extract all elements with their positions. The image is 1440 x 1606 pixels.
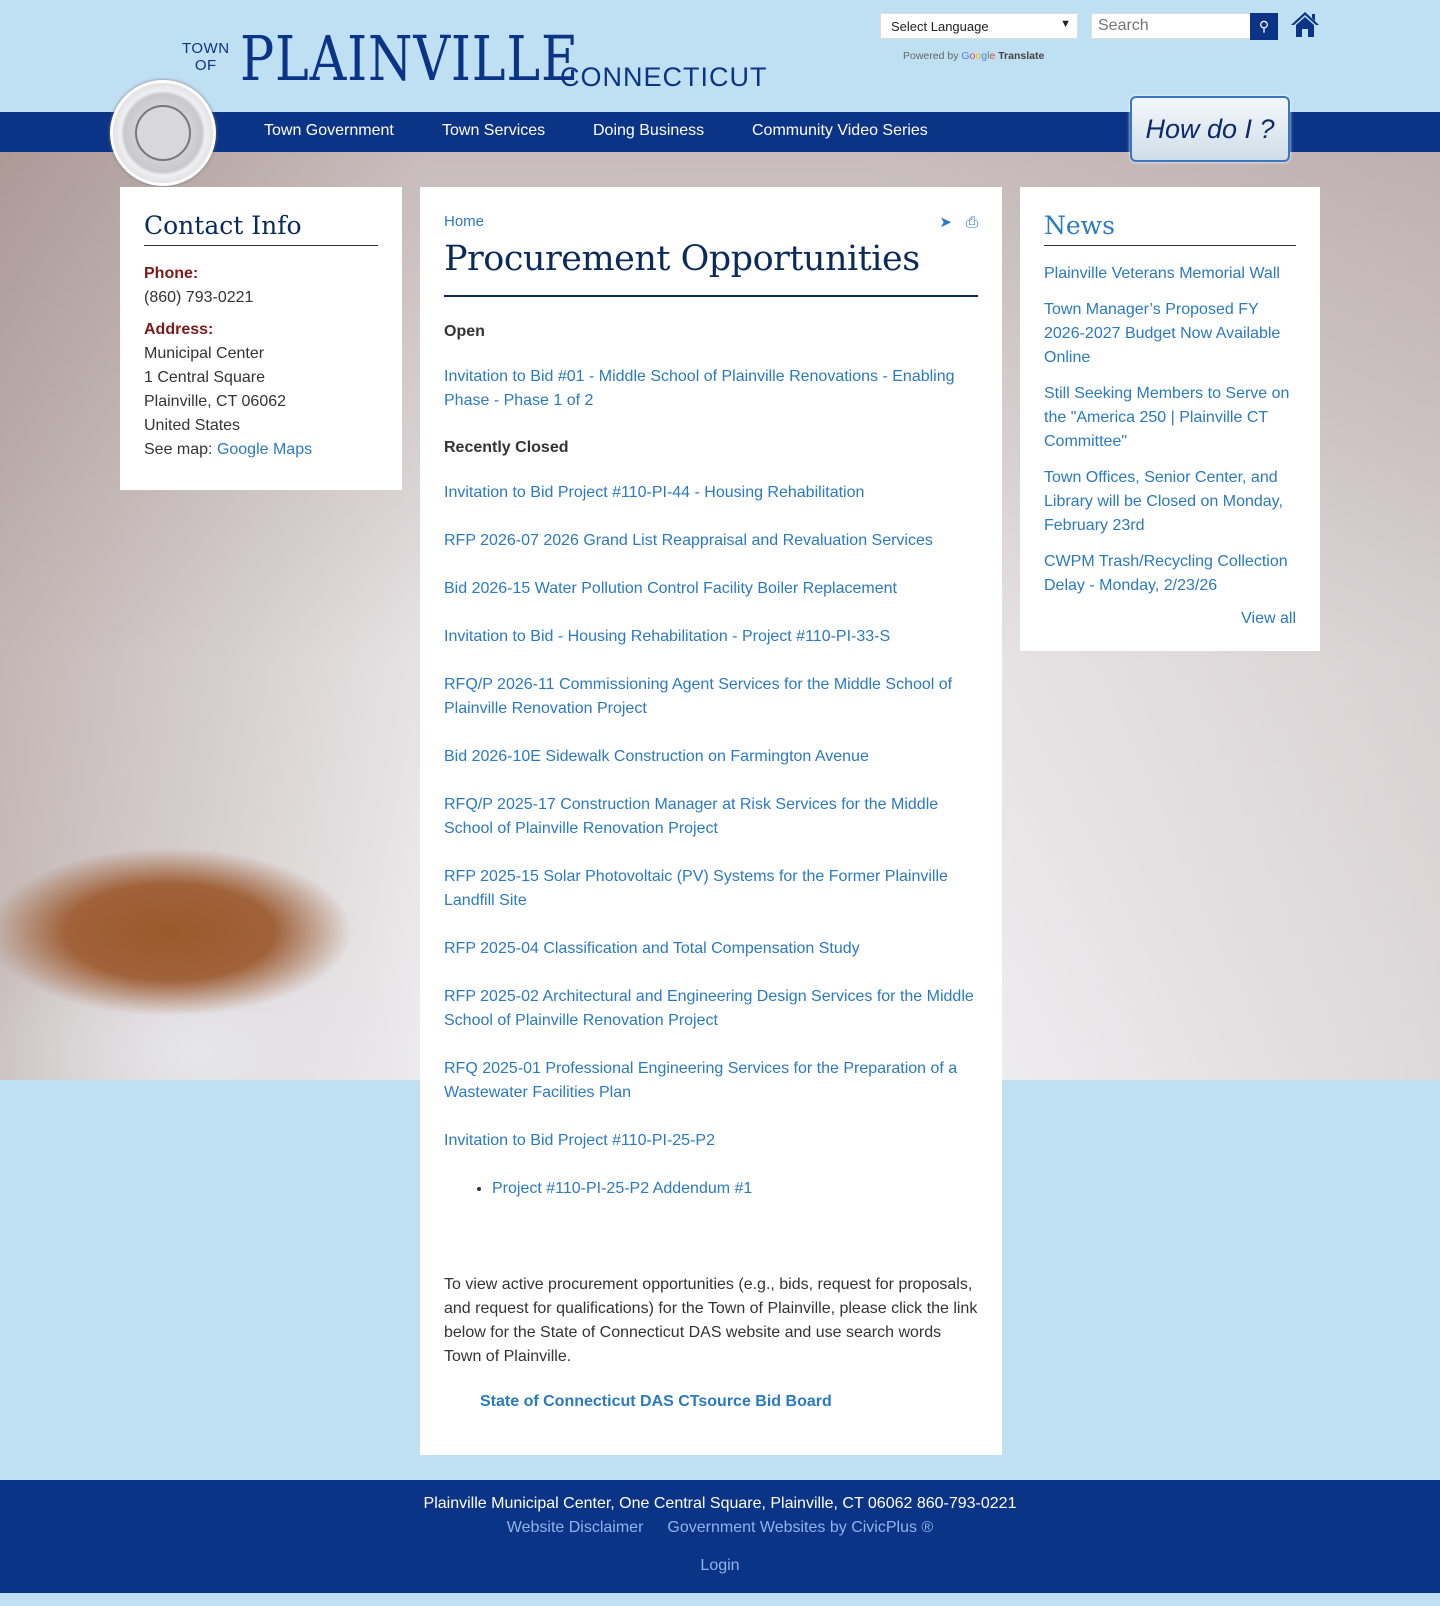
powered-by-google-translate[interactable]: Powered by Google Translate [903,50,1044,62]
logo-name: PLAINVILLE [240,22,579,95]
procurement-link[interactable]: Bid 2026-15 Water Pollution Control Faci… [444,577,978,601]
procurement-link[interactable]: Invitation to Bid Project #110-PI-25-P2 [444,1129,978,1153]
list-item: Project #110-PI-25-P2 Addendum #1 [492,1177,978,1201]
phone-value: (860) 793-0221 [144,289,254,306]
search-button[interactable]: ⚲ [1250,13,1278,40]
website-disclaimer-link[interactable]: Website Disclaimer [507,1519,644,1536]
procurement-link[interactable]: RFQ/P 2026-11 Commissioning Agent Servic… [444,673,978,721]
chevron-down-icon: ▼ [1060,18,1071,30]
language-select[interactable]: Select Language ▼ [880,13,1078,39]
logo-town: TOWN [182,40,230,57]
search-input[interactable] [1091,13,1251,39]
logo-of: OF [194,57,217,74]
procurement-link[interactable]: RFQ/P 2025-17 Construction Manager at Ri… [444,793,978,841]
nav-town-government[interactable]: Town Government [264,122,394,140]
translate-label: Translate [998,50,1045,62]
logo-town-of: TOWN OF [182,40,230,74]
how-do-i-button[interactable]: How do I ? [1130,96,1290,162]
town-seal-icon[interactable] [110,80,216,186]
logo-state: CONNECTICUT [560,62,768,92]
procurement-link[interactable]: RFQ 2025-01 Professional Engineering Ser… [444,1057,978,1105]
civicplus-link[interactable]: Government Websites by CivicPlus ® [667,1519,933,1536]
phone-label: Phone: [144,265,199,282]
contact-info-title: Contact Info [144,211,378,246]
procurement-link[interactable]: Invitation to Bid - Housing Rehabilitati… [444,625,978,649]
news-item-link[interactable]: Plainville Veterans Memorial Wall [1044,262,1296,286]
address-label: Address: [144,321,214,338]
procurement-link[interactable]: RFP 2025-02 Architectural and Engineerin… [444,985,978,1033]
home-icon[interactable] [1290,10,1320,38]
recently-closed-heading: Recently Closed [444,439,569,456]
news-item-link[interactable]: CWPM Trash/Recycling Collection Delay - … [1044,550,1296,598]
procurement-link[interactable]: RFP 2025-15 Solar Photovoltaic (PV) Syst… [444,865,978,913]
address-line: Municipal Center [144,345,265,362]
google-logo: Google [961,50,996,62]
print-icon[interactable]: ⎙ [966,214,978,231]
address-line: United States [144,417,241,434]
language-select-value: Select Language [891,19,989,34]
page-title: Procurement Opportunities [444,239,978,297]
footer-address: Plainville Municipal Center, One Central… [423,1495,1017,1512]
procurement-link[interactable]: Bid 2026-10E Sidewalk Construction on Fa… [444,745,978,769]
breadcrumb-home[interactable]: Home [444,213,484,230]
news-item-link[interactable]: Town Offices, Senior Center, and Library… [1044,466,1296,538]
site-footer: Plainville Municipal Center, One Central… [0,1480,1440,1593]
news-title: News [1044,211,1296,246]
address-line: Plainville, CT 06062 [144,393,287,410]
open-heading: Open [444,323,485,340]
see-map-label: See map: [144,441,213,458]
share-icon[interactable]: ➤ [939,214,952,231]
nav-doing-business[interactable]: Doing Business [593,122,704,140]
contact-info-panel: Contact Info Phone: (860) 793-0221 Addre… [120,187,402,490]
procurement-link[interactable]: RFP 2025-04 Classification and Total Com… [444,937,978,961]
das-bid-board-link[interactable]: State of Connecticut DAS CTsource Bid Bo… [480,1393,978,1411]
main-content: Home ➤ ⎙ Procurement Opportunities Open I… [420,187,1002,1455]
news-panel: News Plainville Veterans Memorial Wall To… [1020,187,1320,651]
procurement-link[interactable]: Invitation to Bid #01 - Middle School of… [444,365,978,413]
procurement-link[interactable]: RFP 2026-07 2026 Grand List Reappraisal … [444,529,978,553]
info-paragraph: To view active procurement opportunities… [444,1276,978,1365]
addendum-link[interactable]: Project #110-PI-25-P2 Addendum #1 [492,1180,752,1197]
view-all-link[interactable]: View all [1044,610,1296,628]
closed-list: Invitation to Bid Project #110-PI-44 - H… [444,481,978,1153]
address-line: 1 Central Square [144,369,265,386]
login-link[interactable]: Login [0,1557,1440,1575]
google-maps-link[interactable]: Google Maps [217,441,312,458]
procurement-link[interactable]: Invitation to Bid Project #110-PI-44 - H… [444,481,978,505]
news-item-link[interactable]: Town Manager’s Proposed FY 2026-2027 Bud… [1044,298,1296,370]
addendum-list: Project #110-PI-25-P2 Addendum #1 [492,1177,978,1201]
nav-community-video-series[interactable]: Community Video Series [752,122,928,140]
nav-town-services[interactable]: Town Services [442,122,545,140]
news-item-link[interactable]: Still Seeking Members to Serve on the "A… [1044,382,1296,454]
search-icon: ⚲ [1258,18,1270,34]
powered-by-label: Powered by [903,50,959,62]
